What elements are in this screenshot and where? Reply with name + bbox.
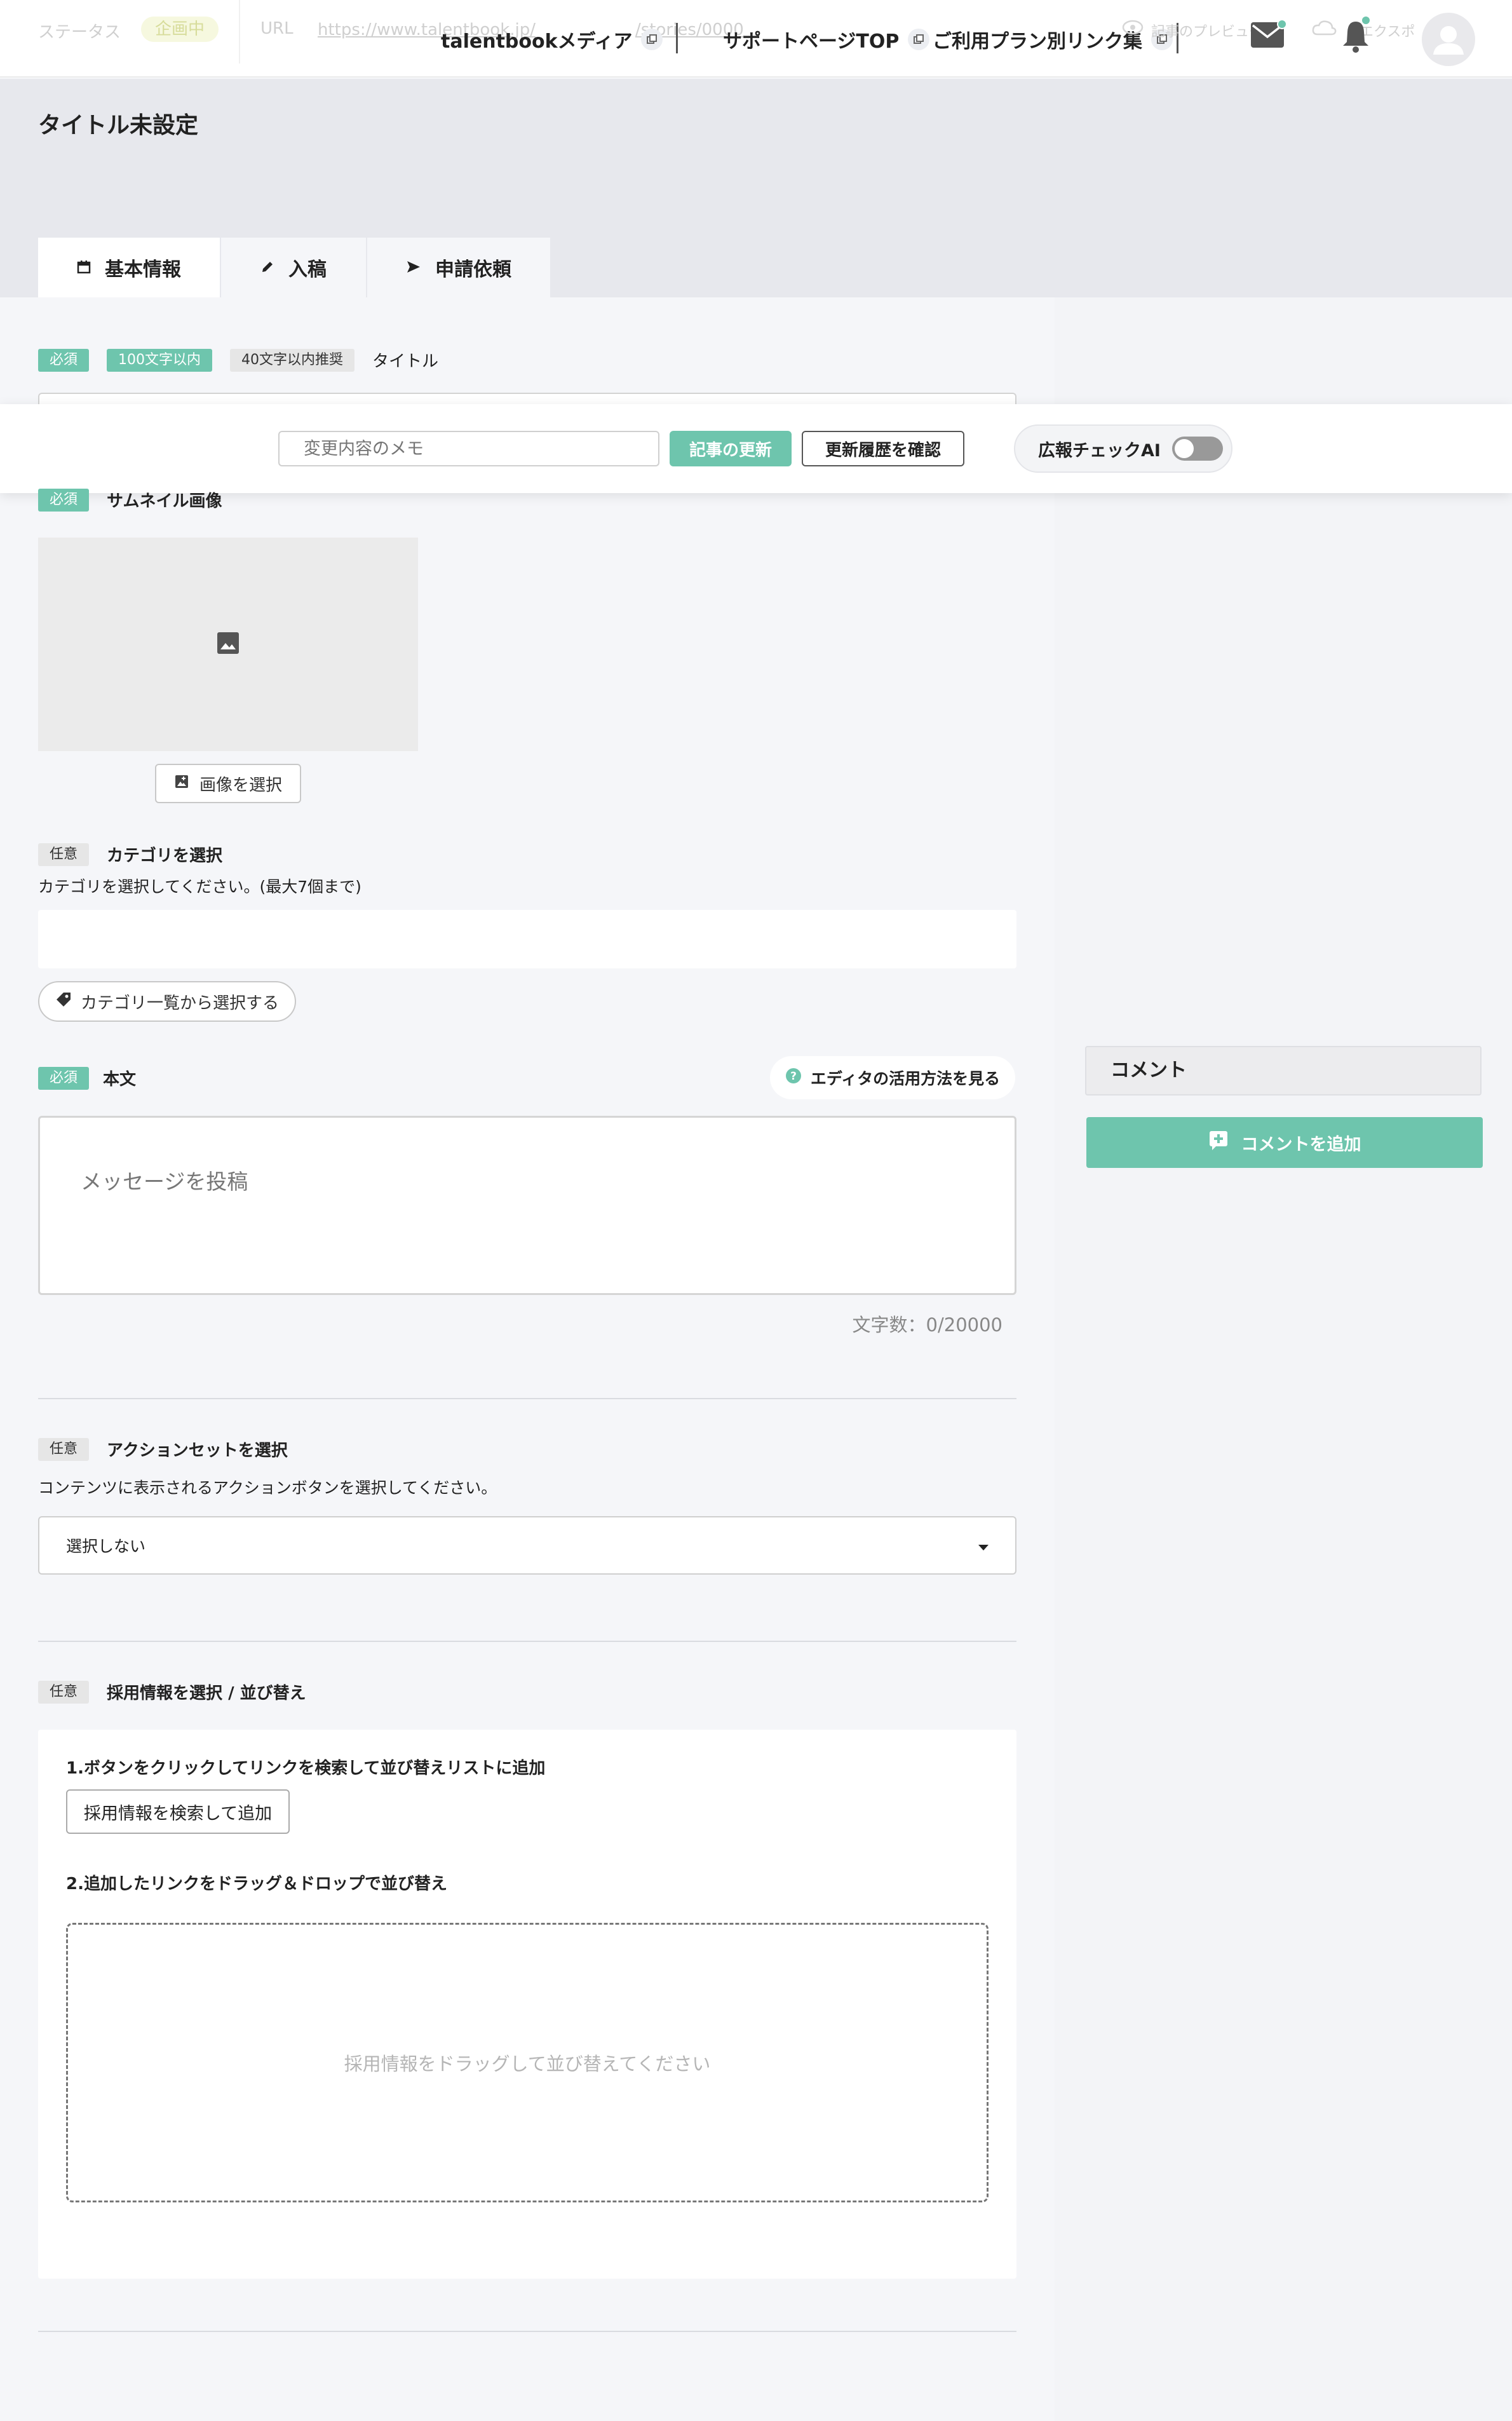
memo-input[interactable] [278,431,659,466]
editor-howto-button[interactable]: ? エディタの活用方法を見る [770,1056,1015,1099]
ai-check-toggle[interactable] [1171,437,1223,461]
thumbnail-preview[interactable] [38,538,418,751]
top-header: ステータス 企画中 URL https://www.talentbook.jp/… [0,0,1512,78]
add-comment-icon [1208,1130,1230,1156]
comment-title: コメント [1085,1046,1482,1095]
notification-bell-icon[interactable] [1342,15,1371,53]
link-label: サポートページTOP [723,31,900,53]
comment-panel: コメント コメントを追加 [1055,297,1512,2421]
external-link-icon [908,29,930,50]
category-header: 任意 カテゴリを選択 [38,843,222,866]
category-list-button[interactable]: カテゴリ一覧から選択する [38,981,296,1022]
update-history-button[interactable]: 更新履歴を確認 [802,431,964,466]
drop-zone-placeholder: 採用情報をドラッグして並び替えてください [344,2053,711,2075]
category-list-label: カテゴリ一覧から選択する [80,993,279,1013]
tab-label: 入稿 [288,259,327,281]
required-tag: 必須 [38,348,90,372]
tab-submission[interactable]: 入稿 [221,238,366,297]
tab-label: 基本情報 [105,259,181,281]
image-placeholder-icon [217,632,240,657]
external-link-icon [641,29,663,50]
editor-howto-label: エディタの活用方法を見る [810,1069,1001,1088]
title-band: タイトル未設定 基本情報 入稿 申請依頼 [0,79,1512,297]
calendar-icon [77,257,91,279]
preview-label[interactable]: 記事のプレビュー [1151,20,1263,41]
update-article-button[interactable]: 記事の更新 [670,431,792,466]
title-field-label: タイトル [372,352,439,371]
char-limit-tag: 100文字以内 [107,348,213,372]
notification-badge [1361,15,1371,25]
body-placeholder: メッセージを投稿 [81,1169,248,1194]
select-image-label: 画像を選択 [199,775,282,795]
user-avatar[interactable] [1422,13,1475,66]
help-circle-icon: ? [785,1068,802,1088]
optional-tag: 任意 [38,1680,90,1704]
add-comment-label: コメントを追加 [1241,1134,1361,1155]
section-divider [38,2331,1016,2332]
mail-badge [1277,19,1287,29]
body-label: 本文 [103,1070,137,1089]
recruit-panel: 1.ボタンをクリックしてリンクを検索して並び替えリストに追加 採用情報を検索して… [38,1730,1016,2279]
title-field-header: 必須 100文字以内 40文字以内推奨 タイトル [38,348,438,372]
required-tag: 必須 [38,1066,90,1090]
recruit-search-button[interactable]: 採用情報を検索して追加 [66,1789,290,1834]
required-tag: 必須 [38,488,90,512]
link-talentbook-media[interactable]: talentbookメディア [441,25,663,53]
ai-check-label: 広報チェックAI [1038,440,1161,461]
ai-check-toggle-group[interactable]: 広報チェックAI [1014,424,1232,473]
toggle-knob [1174,439,1194,458]
header-divider [239,0,240,64]
floating-toolbar: 記事の更新 更新履歴を確認 広報チェックAI [0,404,1512,493]
section-divider [38,1398,1016,1399]
category-selected-area[interactable] [38,910,1016,968]
page-title: タイトル未設定 [38,112,199,139]
action-set-help-text: コンテンツに表示されるアクションボタンを選択してください。 [38,1479,497,1497]
recruit-step1-text: 1.ボタンをクリックしてリンクを検索して並び替えリストに追加 [66,1759,546,1778]
action-set-header: 任意 アクションセットを選択 [38,1437,288,1461]
tab-request[interactable]: 申請依頼 [367,238,550,297]
nav-separator [676,23,678,53]
optional-tag: 任意 [38,1437,90,1461]
preview-eye-icon[interactable] [1122,19,1144,38]
link-label: ご利用プラン別リンク集 [933,31,1142,53]
category-help-text: カテゴリを選択してください。(最大7個まで) [38,878,361,896]
category-label: カテゴリを選択 [107,846,223,865]
recruit-label: 採用情報を選択 / 並び替え [107,1684,306,1703]
dropdown-caret-icon [978,1536,989,1555]
svg-text:?: ? [790,1070,797,1083]
body-editor[interactable]: メッセージを投稿 [38,1116,1016,1295]
recruit-drop-zone[interactable]: 採用情報をドラッグして並び替えてください [66,1923,989,2202]
status-label: ステータス [38,23,121,42]
send-icon [406,257,421,279]
thumbnail-header: 必須 サムネイル画像 [38,488,222,512]
action-set-label: アクションセットを選択 [107,1441,288,1460]
recruit-header: 任意 採用情報を選択 / 並び替え [38,1680,306,1704]
image-add-icon [174,774,189,794]
thumbnail-label: サムネイル画像 [107,492,222,511]
cloud-download-icon[interactable] [1311,19,1337,39]
tab-label: 申請依頼 [435,259,511,281]
recommend-tag: 40文字以内推奨 [230,348,355,372]
link-support-top[interactable]: サポートページTOP [723,25,930,53]
action-set-selected: 選択しない [66,1537,146,1556]
char-count: 文字数：0/20000 [852,1314,1002,1336]
body-header: 必須 本文 [38,1066,136,1090]
link-label: talentbookメディア [441,31,633,53]
add-comment-button[interactable]: コメントを追加 [1086,1117,1483,1168]
status-badge: 企画中 [141,17,219,42]
section-divider [38,1641,1016,1642]
tag-icon [55,991,72,1012]
action-set-select[interactable]: 選択しない [38,1516,1016,1575]
url-label: URL [260,19,294,38]
pencil-icon [260,257,274,279]
optional-tag: 任意 [38,843,90,866]
mail-icon[interactable] [1250,19,1287,50]
recruit-step2-text: 2.追加したリンクをドラッグ＆ドロップで並び替え [66,1875,447,1894]
tab-basic-info[interactable]: 基本情報 [38,238,220,297]
select-image-button[interactable]: 画像を選択 [155,764,301,803]
